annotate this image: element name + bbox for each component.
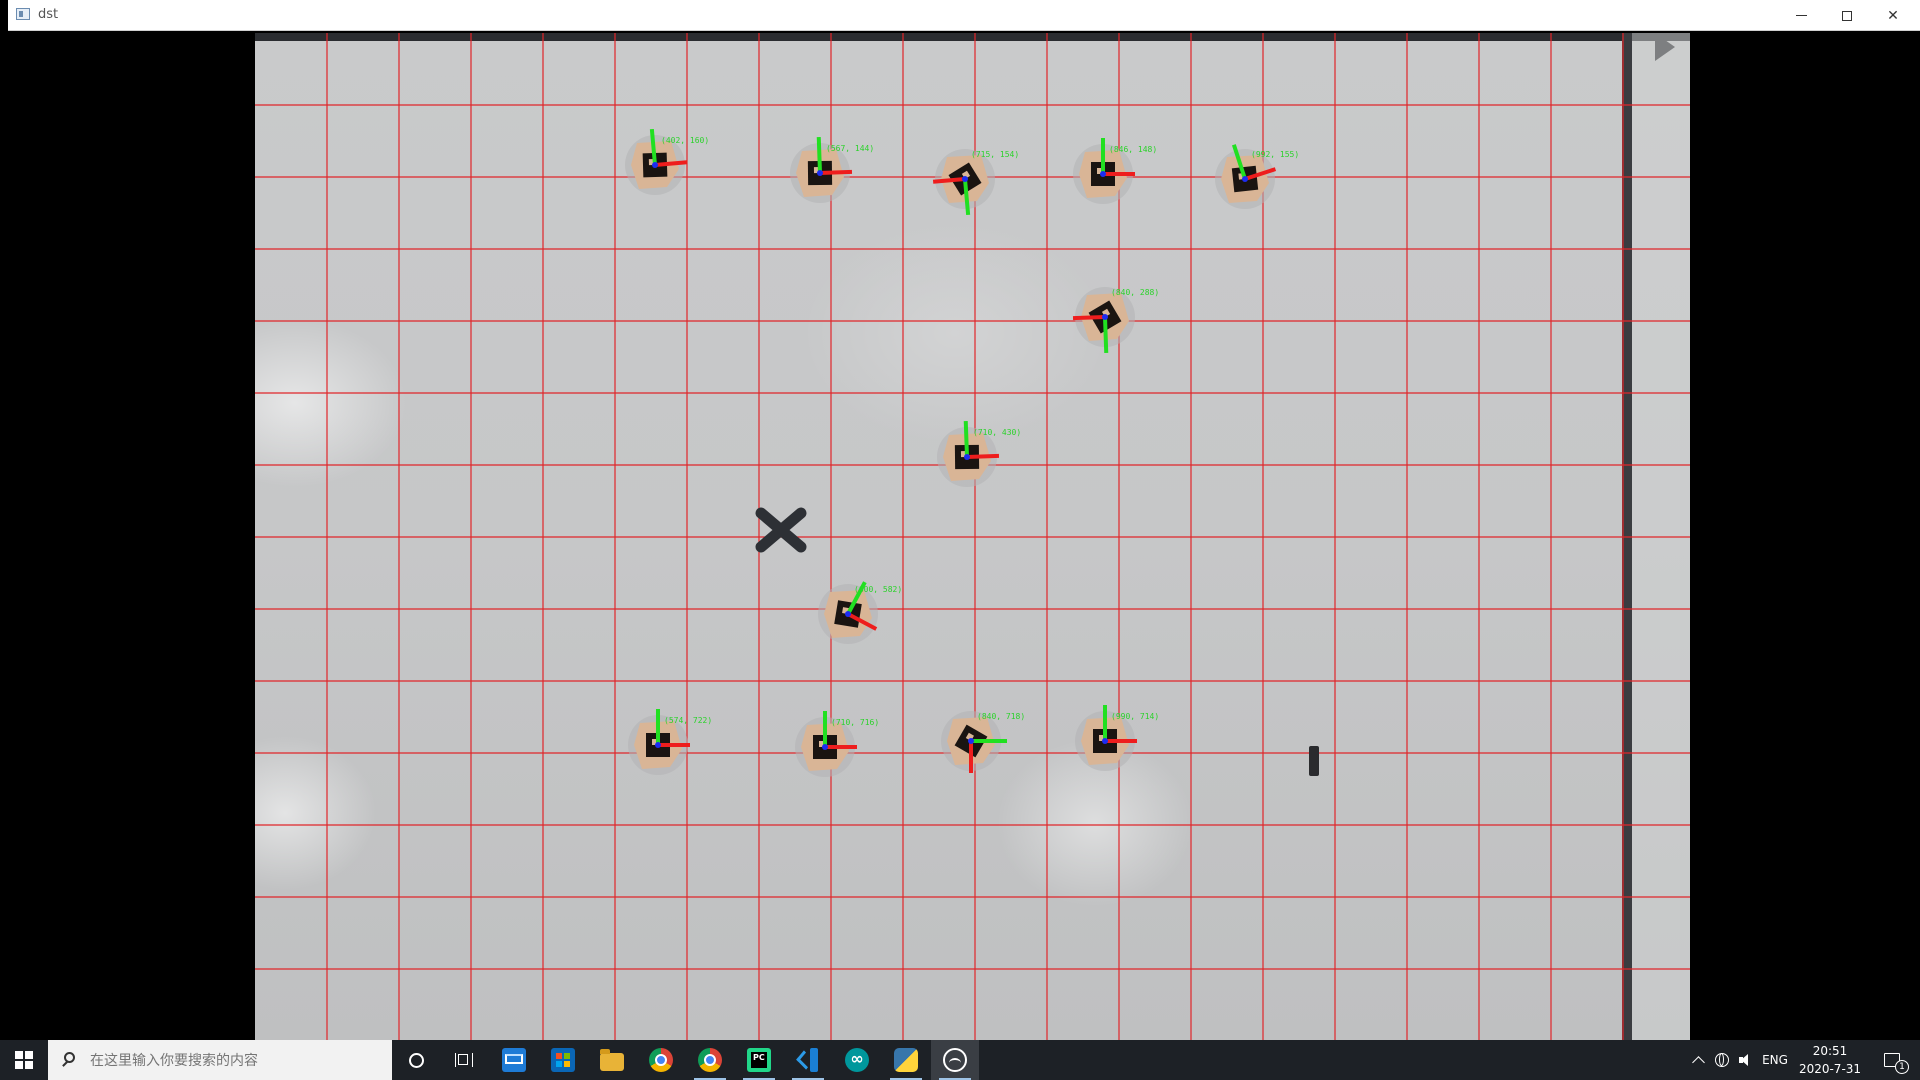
network-globe-icon (1715, 1053, 1729, 1067)
marker-label-0: (402, 160) (661, 136, 709, 145)
chrome-icon (649, 1048, 673, 1072)
mail-icon (502, 1048, 526, 1072)
volume-button[interactable] (1734, 1040, 1758, 1080)
folder-icon (600, 1049, 624, 1071)
task-view-button[interactable] (440, 1040, 488, 1080)
marker-x-axis-0 (654, 160, 688, 167)
marker-z-axis-11 (1102, 738, 1108, 744)
floor-dark-block (1309, 746, 1319, 776)
opencv-window: dst ✕ (402, 160) (567, 144) (715, 154) (846… (8, 0, 1920, 1040)
show-hidden-icons-button[interactable] (1686, 1040, 1710, 1080)
marker-label-2: (715, 154) (971, 150, 1019, 159)
taskbar-app-arduino[interactable] (833, 1040, 881, 1080)
input-language-button[interactable]: ENG (1758, 1040, 1792, 1080)
arduino-icon (845, 1048, 869, 1072)
marker-z-axis-9 (822, 744, 828, 750)
taskbar-app-store[interactable] (539, 1040, 587, 1080)
marker-z-axis-2 (962, 176, 968, 182)
pycharm-icon-text: PC (753, 1053, 765, 1062)
marker-z-axis-6 (964, 454, 970, 460)
chevron-up-icon (1691, 1056, 1705, 1069)
task-view-icon (455, 1053, 473, 1067)
marker-z-axis-4 (1242, 176, 1248, 182)
taskbar-app-vscode[interactable] (784, 1040, 832, 1080)
taskbar-app-chrome-2[interactable] (686, 1040, 734, 1080)
clock-date: 2020-7-31 (1798, 1062, 1862, 1076)
marker-z-axis-7 (845, 611, 851, 617)
search-input[interactable] (88, 1050, 382, 1072)
marker-label-3: (846, 148) (1109, 145, 1157, 154)
network-button[interactable] (1710, 1040, 1734, 1080)
close-icon: ✕ (1887, 7, 1899, 24)
marker-x-axis-6 (966, 453, 1000, 459)
marker-label-5: (840, 288) (1111, 288, 1159, 297)
pycharm-icon: PC (747, 1048, 771, 1072)
chrome-icon (698, 1048, 722, 1072)
cortana-icon (408, 1052, 424, 1068)
marker-overlay: (402, 160) (567, 144) (715, 154) (846, 148)… (255, 33, 1690, 1040)
maximize-icon (1842, 10, 1852, 21)
clock-button[interactable]: 20:51 2020-7-31 (1788, 1040, 1872, 1080)
marker-y-axis-1 (816, 136, 822, 174)
action-center-button[interactable] (1872, 1040, 1912, 1080)
marker-z-axis-5 (1102, 314, 1108, 320)
marker-z-axis-10 (968, 738, 974, 744)
photos-icon (943, 1048, 967, 1072)
close-button[interactable]: ✕ (1870, 0, 1916, 31)
camera-image: (402, 160) (567, 144) (715, 154) (846, 148)… (255, 33, 1690, 1040)
windows-logo-icon (15, 1051, 33, 1069)
language-indicator: ENG (1762, 1053, 1788, 1067)
marker-z-axis-8 (655, 742, 661, 748)
taskbar-app-pycharm[interactable]: PC (735, 1040, 783, 1080)
marker-label-9: (710, 716) (831, 718, 879, 727)
search-icon (64, 1052, 75, 1063)
marker-z-axis-3 (1100, 171, 1106, 177)
vscode-icon (796, 1048, 820, 1072)
window-app-icon (16, 8, 30, 20)
speaker-icon (1739, 1054, 1753, 1066)
marker-label-7: (600, 582) (854, 585, 902, 594)
marker-label-1: (567, 144) (826, 144, 874, 153)
minimize-button[interactable] (1778, 0, 1824, 31)
clock-time: 20:51 (1812, 1044, 1848, 1058)
marker-z-axis-1 (817, 170, 823, 176)
minimize-icon (1795, 15, 1807, 16)
window-title: dst (38, 7, 59, 22)
marker-y-axis-5 (1103, 316, 1109, 354)
cortana-button[interactable] (392, 1040, 440, 1080)
table-edge-strip (255, 33, 1690, 41)
taskbar-search[interactable] (48, 1040, 392, 1080)
marker-label-4: (992, 155) (1251, 150, 1299, 159)
python-icon (894, 1048, 918, 1072)
store-icon (551, 1048, 575, 1072)
floor-x-mark (755, 507, 807, 553)
marker-z-axis-0 (652, 162, 658, 168)
marker-label-6: (710, 430) (973, 428, 1021, 437)
taskbar-app-python[interactable] (882, 1040, 930, 1080)
taskbar-app-mail[interactable] (490, 1040, 538, 1080)
marker-label-10: (840, 718) (977, 712, 1025, 721)
marker-label-11: (990, 714) (1111, 712, 1159, 721)
taskbar-app-photos[interactable] (931, 1040, 979, 1080)
notification-count-badge: 1 (1895, 1060, 1909, 1074)
maximize-button[interactable] (1824, 0, 1870, 31)
title-bar[interactable]: dst ✕ (8, 0, 1920, 31)
marker-x-axis-1 (819, 169, 853, 175)
marker-x-axis-5 (1072, 315, 1106, 321)
taskbar-app-file-explorer[interactable] (588, 1040, 636, 1080)
marker-x-axis-2 (932, 177, 966, 184)
taskbar-app-chrome[interactable] (637, 1040, 685, 1080)
taskbar: PC ENG 20:51 2020-7-31 1 (0, 1040, 1920, 1080)
marker-label-8: (574, 722) (664, 716, 712, 725)
marker-y-axis-6 (963, 420, 969, 458)
start-button[interactable] (0, 1040, 48, 1080)
